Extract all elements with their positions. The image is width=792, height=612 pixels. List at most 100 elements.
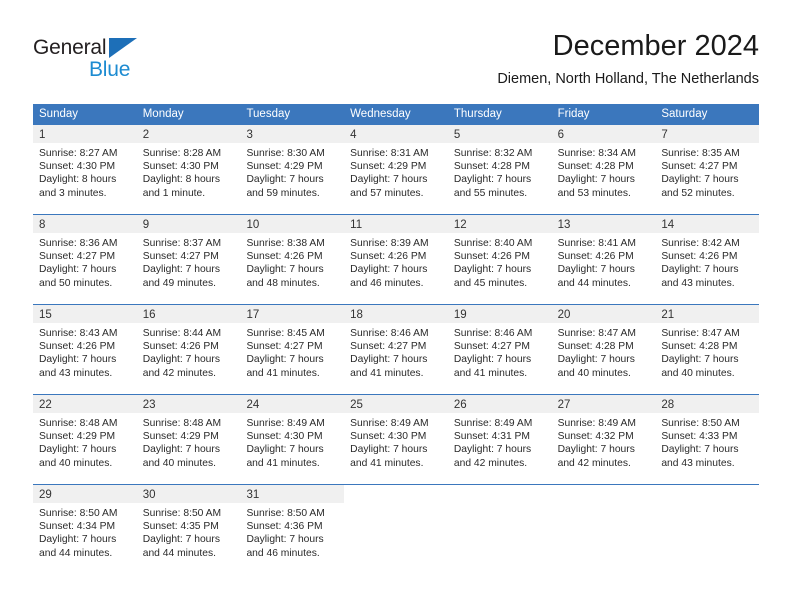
day-daylight-1-text: Daylight: 7 hours	[39, 534, 117, 546]
day-cell[interactable]: 29 Sunrise: 8:50 AM Sunset: 4:34 PM Dayligh…	[33, 485, 137, 574]
day-cell[interactable]: 18 Sunrise: 8:46 AM Sunset: 4:27 PM Dayligh…	[344, 305, 448, 394]
day-cell[interactable]: 30 Sunrise: 8:50 AM Sunset: 4:35 PM Dayligh…	[136, 485, 241, 574]
day-cell-empty	[551, 485, 656, 574]
page-subtitle: Diemen, North Holland, The Netherlands	[497, 71, 759, 87]
day-details: Sunrise: 8:50 AM Sunset: 4:33 PM Daylight:…	[655, 413, 759, 470]
day-sunset-text: Sunset: 4:36 PM	[246, 521, 323, 533]
day-cell[interactable]: 3 Sunrise: 8:30 AM Sunset: 4:29 PM Daylight…	[240, 125, 345, 214]
day-cell[interactable]: 24 Sunrise: 8:49 AM Sunset: 4:30 PM Dayligh…	[240, 395, 345, 484]
day-number: 15	[39, 309, 52, 321]
day-daylight-1-text: Daylight: 7 hours	[453, 444, 532, 456]
day-sunrise-text: Sunrise: 8:44 AM	[142, 328, 222, 339]
day-cell[interactable]: 6 Sunrise: 8:34 AM Sunset: 4:28 PM Daylight…	[551, 125, 656, 214]
day-number-band: 22	[33, 395, 137, 413]
day-cell[interactable]: 7 Sunrise: 8:35 AM Sunset: 4:27 PM Daylight…	[655, 125, 760, 214]
week-row: 22 Sunrise: 8:48 AM Sunset: 4:29 PM Dayligh…	[33, 394, 760, 484]
day-number: 6	[557, 129, 564, 141]
day-cell[interactable]: 31 Sunrise: 8:50 AM Sunset: 4:36 PM Dayligh…	[240, 485, 345, 574]
day-sunrise-text: Sunrise: 8:41 AM	[557, 238, 637, 249]
day-sunrise-text: Sunrise: 8:49 AM	[350, 418, 429, 429]
day-details: Sunrise: 8:49 AM Sunset: 4:30 PM Daylight:…	[240, 413, 344, 470]
day-daylight-1-text: Daylight: 7 hours	[142, 444, 220, 456]
day-number-band: 26	[447, 395, 552, 413]
day-sunrise-text: Sunrise: 8:31 AM	[350, 148, 429, 159]
day-cell[interactable]: 9 Sunrise: 8:37 AM Sunset: 4:27 PM Daylight…	[136, 215, 241, 304]
day-sunset-text: Sunset: 4:27 PM	[350, 341, 427, 353]
day-daylight-2-text: and 40 minutes.	[142, 457, 216, 469]
day-number: 17	[246, 309, 260, 321]
day-daylight-1-text: Daylight: 7 hours	[557, 174, 635, 186]
day-details	[655, 503, 759, 507]
day-daylight-2-text: and 40 minutes.	[557, 367, 631, 379]
day-sunset-text: Sunset: 4:35 PM	[142, 521, 219, 533]
day-cell[interactable]: 15 Sunrise: 8:43 AM Sunset: 4:26 PM Dayligh…	[33, 305, 137, 394]
day-number-band: 19	[447, 305, 552, 323]
day-daylight-2-text: and 42 minutes.	[453, 457, 528, 469]
day-cell[interactable]: 25 Sunrise: 8:49 AM Sunset: 4:30 PM Dayligh…	[344, 395, 448, 484]
day-cell[interactable]: 23 Sunrise: 8:48 AM Sunset: 4:29 PM Dayligh…	[136, 395, 241, 484]
day-number: 20	[557, 309, 571, 321]
day-details: Sunrise: 8:36 AM Sunset: 4:27 PM Daylight:…	[33, 233, 137, 290]
day-sunrise-text: Sunrise: 8:28 AM	[142, 148, 222, 159]
day-details: Sunrise: 8:39 AM Sunset: 4:26 PM Daylight:…	[344, 233, 448, 290]
day-cell[interactable]: 13 Sunrise: 8:41 AM Sunset: 4:26 PM Dayligh…	[551, 215, 656, 304]
day-daylight-1-text: Daylight: 7 hours	[39, 264, 117, 276]
day-cell[interactable]: 16 Sunrise: 8:44 AM Sunset: 4:26 PM Dayligh…	[136, 305, 241, 394]
week-row: 15 Sunrise: 8:43 AM Sunset: 4:26 PM Dayligh…	[33, 304, 760, 394]
day-sunset-text: Sunset: 4:26 PM	[661, 251, 738, 263]
day-cell[interactable]: 22 Sunrise: 8:48 AM Sunset: 4:29 PM Dayligh…	[33, 395, 137, 484]
calendar-grid: Sunday Monday Tuesday Wednesday Thursday Frid…	[33, 104, 760, 574]
day-cell[interactable]: 10 Sunrise: 8:38 AM Sunset: 4:26 PM Dayligh…	[240, 215, 345, 304]
day-daylight-2-text: and 41 minutes.	[246, 367, 320, 379]
day-cell[interactable]: 21 Sunrise: 8:47 AM Sunset: 4:28 PM Dayligh…	[655, 305, 760, 394]
day-cell[interactable]: 20 Sunrise: 8:47 AM Sunset: 4:28 PM Dayligh…	[551, 305, 656, 394]
day-details: Sunrise: 8:40 AM Sunset: 4:26 PM Daylight:…	[448, 233, 552, 290]
title-block: December 2024 Diemen, North Holland, The…	[497, 28, 759, 90]
day-cell[interactable]: 27 Sunrise: 8:49 AM Sunset: 4:32 PM Dayligh…	[551, 395, 656, 484]
day-cell[interactable]: 19 Sunrise: 8:46 AM Sunset: 4:27 PM Dayligh…	[447, 305, 552, 394]
day-daylight-2-text: and 41 minutes.	[453, 367, 528, 379]
day-cell[interactable]: 28 Sunrise: 8:50 AM Sunset: 4:33 PM Dayligh…	[655, 395, 760, 484]
day-daylight-2-text: and 46 minutes.	[350, 277, 424, 289]
weekday-header-row: Sunday Monday Tuesday Wednesday Thursday Frid…	[33, 104, 759, 125]
day-cell[interactable]: 5 Sunrise: 8:32 AM Sunset: 4:28 PM Daylight…	[447, 125, 552, 214]
day-daylight-2-text: and 41 minutes.	[350, 457, 424, 469]
day-daylight-1-text: Daylight: 7 hours	[246, 264, 324, 276]
day-daylight-2-text: and 50 minutes.	[39, 277, 113, 289]
day-details: Sunrise: 8:38 AM Sunset: 4:26 PM Daylight:…	[240, 233, 344, 290]
day-details: Sunrise: 8:34 AM Sunset: 4:28 PM Daylight:…	[552, 143, 656, 200]
day-sunrise-text: Sunrise: 8:32 AM	[453, 148, 533, 159]
day-sunset-text: Sunset: 4:30 PM	[39, 161, 116, 173]
day-cell[interactable]: 14 Sunrise: 8:42 AM Sunset: 4:26 PM Dayligh…	[655, 215, 760, 304]
day-number: 7	[661, 129, 668, 141]
day-sunset-text: Sunset: 4:29 PM	[39, 431, 116, 443]
day-daylight-1-text: Daylight: 7 hours	[453, 354, 532, 366]
day-cell[interactable]: 2 Sunrise: 8:28 AM Sunset: 4:30 PM Daylight…	[136, 125, 241, 214]
day-details	[552, 503, 656, 507]
day-daylight-2-text: and 55 minutes.	[453, 187, 528, 199]
day-number-band: 4	[344, 125, 448, 143]
day-details: Sunrise: 8:27 AM Sunset: 4:30 PM Daylight:…	[33, 143, 137, 200]
day-sunrise-text: Sunrise: 8:39 AM	[350, 238, 429, 249]
general-blue-logo: General Blue	[33, 36, 173, 88]
day-daylight-2-text: and 1 minute.	[142, 187, 206, 199]
day-cell[interactable]: 11 Sunrise: 8:39 AM Sunset: 4:26 PM Dayligh…	[344, 215, 448, 304]
day-number-band: 14	[655, 215, 760, 233]
day-sunset-text: Sunset: 4:33 PM	[661, 431, 738, 443]
weekday-header-monday: Monday	[142, 108, 184, 120]
day-daylight-2-text: and 44 minutes.	[557, 277, 631, 289]
day-cell[interactable]: 1 Sunrise: 8:27 AM Sunset: 4:30 PM Daylight…	[33, 125, 137, 214]
day-number-band: 25	[344, 395, 448, 413]
day-sunrise-text: Sunrise: 8:47 AM	[557, 328, 637, 339]
day-details: Sunrise: 8:44 AM Sunset: 4:26 PM Daylight:…	[137, 323, 241, 380]
day-sunset-text: Sunset: 4:28 PM	[453, 161, 531, 173]
day-cell[interactable]: 26 Sunrise: 8:49 AM Sunset: 4:31 PM Dayligh…	[447, 395, 552, 484]
day-cell[interactable]: 12 Sunrise: 8:40 AM Sunset: 4:26 PM Dayligh…	[447, 215, 552, 304]
day-cell[interactable]: 4 Sunrise: 8:31 AM Sunset: 4:29 PM Daylight…	[344, 125, 448, 214]
day-cell[interactable]: 8 Sunrise: 8:36 AM Sunset: 4:27 PM Daylight…	[33, 215, 137, 304]
page-title: December 2024	[552, 30, 759, 62]
day-number-band: 28	[655, 395, 760, 413]
weekday-header-tuesday: Tuesday	[246, 108, 291, 120]
logo-text-blue: Blue	[89, 58, 131, 81]
day-cell[interactable]: 17 Sunrise: 8:45 AM Sunset: 4:27 PM Dayligh…	[240, 305, 345, 394]
